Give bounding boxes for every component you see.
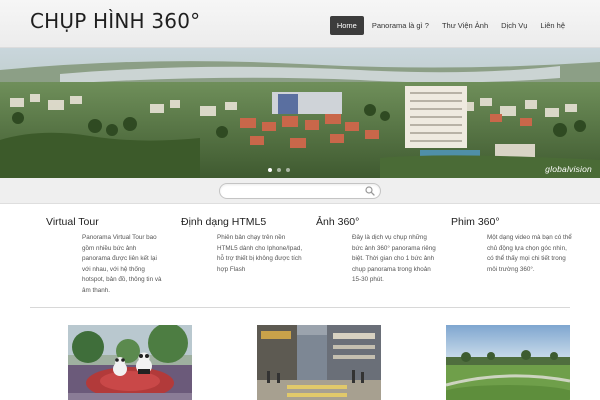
feature-title: Ảnh 360°: [316, 216, 360, 228]
slider-dots: [268, 168, 290, 172]
feature-text: Panorama Virtual Tour bao gồm nhiều bức …: [82, 234, 162, 294]
feature-title: Phim 360°: [451, 216, 500, 228]
feature-title: Virtual Tour: [46, 216, 99, 228]
slider-dot-3[interactable]: [286, 168, 290, 172]
feature-video-360: Phim 360° Một dạng video mà bạn có thể c…: [451, 216, 587, 275]
nav-item-gallery[interactable]: Thư Viện Ảnh: [437, 16, 493, 35]
feature-text: Đây là dịch vụ chụp những bức ảnh 360° p…: [352, 234, 436, 283]
search-input[interactable]: [228, 187, 368, 202]
feature-text: Phiên bản chạy trên nền HTML5 dành cho I…: [217, 234, 303, 273]
feature-title: Định dạng HTML5: [181, 216, 267, 228]
search-field[interactable]: [219, 183, 381, 202]
search-icon[interactable]: [365, 186, 375, 196]
nav-item-services[interactable]: Dịch Vụ: [496, 16, 532, 35]
search-bar-area: [0, 178, 600, 204]
park-lawn-thumbnail[interactable]: [446, 325, 570, 400]
site-logo[interactable]: CHỤP HÌNH 360°: [30, 9, 200, 33]
feature-photo-360: Ảnh 360° Đây là dịch vụ chụp những bức ả…: [316, 216, 452, 286]
garden-pandas-thumbnail[interactable]: [68, 325, 192, 400]
city-street-thumbnail[interactable]: [257, 325, 381, 400]
slider-dot-1[interactable]: [268, 168, 272, 172]
site-header: CHỤP HÌNH 360° Home Panorama là gì ? Thư…: [0, 0, 600, 48]
section-divider: [30, 307, 570, 308]
feature-html5: Định dạng HTML5 Phiên bản chạy trên nền …: [181, 216, 317, 275]
feature-virtual-tour: Virtual Tour Panorama Virtual Tour bao g…: [46, 216, 182, 296]
feature-text: Một dạng video mà bạn có thể chủ động lự…: [487, 234, 572, 273]
nav-item-panorama[interactable]: Panorama là gì ?: [367, 16, 434, 35]
banner-watermark: globalvision: [545, 164, 592, 174]
main-nav: Home Panorama là gì ? Thư Viện Ảnh Dịch …: [329, 16, 570, 35]
city-panorama-image: [0, 48, 600, 178]
nav-item-contact[interactable]: Liên hệ: [535, 16, 570, 35]
slider-dot-2[interactable]: [277, 168, 281, 172]
nav-item-home[interactable]: Home: [329, 16, 364, 35]
hero-banner[interactable]: globalvision: [0, 48, 600, 178]
